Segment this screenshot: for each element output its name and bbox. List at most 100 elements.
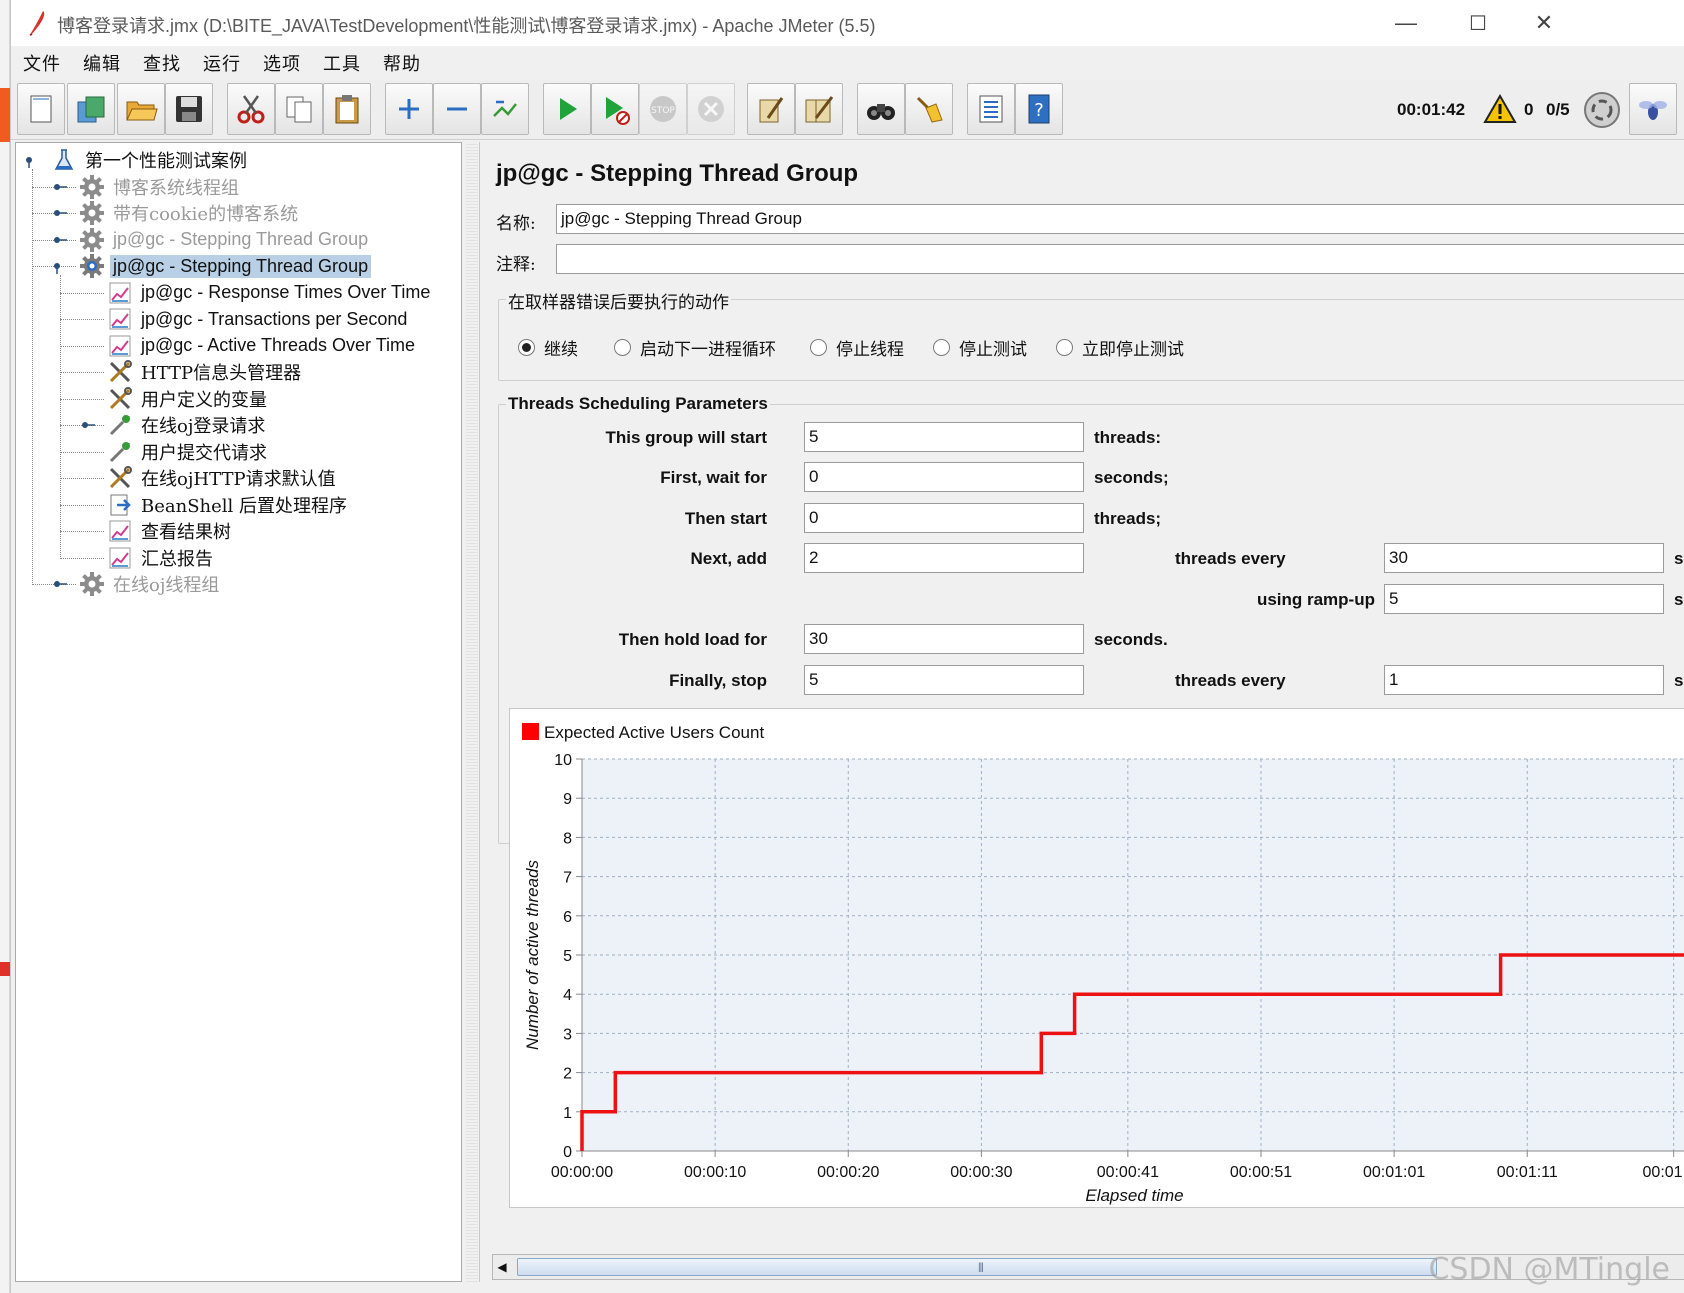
- tree-collapse-handle-icon[interactable]: [52, 258, 68, 274]
- x-tick-label: 00:00:10: [684, 1164, 746, 1181]
- expand-all-button[interactable]: [385, 83, 433, 135]
- x-axis-label: Elapsed time: [1085, 1186, 1183, 1205]
- tree-expand-handle-icon[interactable]: [52, 576, 68, 592]
- finally-stop-input[interactable]: 5: [804, 665, 1084, 695]
- menu-edit[interactable]: 编辑: [83, 50, 121, 76]
- save-button[interactable]: [165, 83, 213, 135]
- menu-file[interactable]: 文件: [23, 50, 61, 76]
- tree-item[interactable]: jp@gc - Transactions per Second: [106, 306, 410, 332]
- cut-button[interactable]: [227, 83, 275, 135]
- tree-item[interactable]: jp@gc - Stepping Thread Group: [78, 253, 372, 279]
- tree-item[interactable]: BeanShell 后置处理程序: [106, 492, 350, 518]
- radio-continue[interactable]: 继续: [518, 335, 578, 360]
- comment-label: 注释:: [496, 255, 536, 275]
- templates-icon: [77, 96, 105, 123]
- tree-expand-handle-icon[interactable]: [52, 179, 68, 195]
- then-start-input[interactable]: 0: [804, 503, 1084, 533]
- legend-label: Expected Active Users Count: [544, 723, 764, 742]
- shutdown-button[interactable]: [687, 83, 735, 135]
- next-add-input[interactable]: 2: [804, 543, 1084, 573]
- start-threads-input[interactable]: 5: [804, 422, 1084, 452]
- menu-search[interactable]: 查找: [143, 50, 181, 76]
- tree-item[interactable]: 在线oj线程组: [78, 571, 222, 597]
- menu-help[interactable]: 帮助: [383, 50, 421, 76]
- tree-item[interactable]: 博客系统线程组: [78, 174, 242, 200]
- templates-button[interactable]: [67, 83, 115, 135]
- tree-item-label: HTTP信息头管理器: [141, 363, 302, 384]
- tree-item-label: 查看结果树: [141, 522, 231, 543]
- radio-stop-test[interactable]: 停止测试: [933, 335, 1027, 360]
- tree-item[interactable]: 汇总报告: [106, 545, 216, 571]
- stop-button[interactable]: STOP: [639, 83, 687, 135]
- comment-field[interactable]: [556, 244, 1684, 274]
- y-tick-label: 0: [563, 1144, 572, 1161]
- search-button[interactable]: [857, 83, 905, 135]
- open-icon: [126, 101, 158, 121]
- menu-options[interactable]: 选项: [263, 50, 301, 76]
- panel-splitter[interactable]: [466, 142, 478, 1282]
- tree-item[interactable]: 带有cookie的博客系统: [78, 200, 301, 226]
- function-helper-button[interactable]: [967, 83, 1015, 135]
- hold-load-input[interactable]: 30: [804, 624, 1084, 654]
- help-button[interactable]: ?: [1015, 83, 1063, 135]
- copy-button[interactable]: [275, 83, 323, 135]
- clear-icon: [759, 97, 784, 123]
- tree-item[interactable]: 用户提交代请求: [106, 439, 270, 465]
- graph-icon: [106, 545, 134, 571]
- tree-expand-handle-icon[interactable]: [52, 205, 68, 221]
- y-tick-label: 5: [563, 948, 572, 965]
- test-plan-tree[interactable]: 第一个性能测试案例 博客系统线程组 带有cookie的博客系统 jp@gc - Ste…: [15, 142, 462, 1282]
- tree-item[interactable]: 在线oj登录请求: [106, 412, 268, 438]
- radio-label: 立即停止测试: [1082, 340, 1184, 360]
- log-viewer-button[interactable]: [1629, 83, 1677, 135]
- toggle-button[interactable]: [481, 83, 529, 135]
- tree-item[interactable]: 用户定义的变量: [106, 386, 270, 412]
- menu-tools[interactable]: 工具: [323, 50, 361, 76]
- ramp-up-input[interactable]: 5: [1384, 584, 1664, 614]
- name-field[interactable]: jp@gc - Stepping Thread Group: [556, 204, 1684, 234]
- radio-stop-test-now[interactable]: 立即停止测试: [1056, 335, 1184, 360]
- collapse-all-button[interactable]: [433, 83, 481, 135]
- warning-icon[interactable]: [1483, 94, 1517, 124]
- start-no-timers-button[interactable]: [591, 83, 639, 135]
- gear-icon: [78, 174, 106, 200]
- next-add-every-input[interactable]: 30: [1384, 543, 1664, 573]
- clear-all-button[interactable]: [795, 83, 843, 135]
- tree-collapse-handle-icon[interactable]: [24, 152, 40, 168]
- tree-item-label: jp@gc - Stepping Thread Group: [110, 254, 372, 278]
- name-label: 名称:: [496, 214, 536, 234]
- tree-item[interactable]: 第一个性能测试案例: [50, 147, 250, 173]
- minimize-button[interactable]: —: [1371, 0, 1441, 46]
- radio-stop-thread[interactable]: 停止线程: [810, 335, 904, 360]
- graph-icon: [106, 306, 134, 332]
- reset-search-button[interactable]: [905, 83, 953, 135]
- open-button[interactable]: [117, 83, 165, 135]
- tree-expand-handle-icon[interactable]: [52, 232, 68, 248]
- ramp-up-unit: s: [1674, 590, 1684, 609]
- next-add-every-unit: s: [1674, 549, 1684, 568]
- tree-item[interactable]: jp@gc - Active Threads Over Time: [106, 333, 418, 359]
- menu-run[interactable]: 运行: [203, 50, 241, 76]
- copy-icon: [286, 96, 312, 123]
- start-button[interactable]: [543, 83, 591, 135]
- tree-expand-handle-icon[interactable]: [80, 417, 96, 433]
- new-button[interactable]: [17, 83, 65, 135]
- tree-item[interactable]: jp@gc - Stepping Thread Group: [78, 227, 371, 253]
- maximize-button[interactable]: ☐: [1443, 0, 1513, 46]
- tree-item[interactable]: HTTP信息头管理器: [106, 359, 304, 385]
- close-button[interactable]: ✕: [1509, 0, 1579, 46]
- scrollbar-thumb[interactable]: |||: [517, 1258, 1437, 1276]
- gear-icon: [78, 227, 106, 253]
- initial-delay-input[interactable]: 0: [804, 462, 1084, 492]
- tree-item[interactable]: jp@gc - Response Times Over Time: [106, 280, 433, 306]
- tree-item[interactable]: 在线ojHTTP请求默认值: [106, 465, 339, 491]
- tree-item[interactable]: 查看结果树: [106, 518, 234, 544]
- menu-bar: 文件 编辑 查找 运行 选项 工具 帮助: [11, 46, 1684, 80]
- paste-button[interactable]: [323, 83, 371, 135]
- clear-button[interactable]: [747, 83, 795, 135]
- finally-stop-every-input[interactable]: 1: [1384, 665, 1664, 695]
- x-tick-label: 00:00:00: [551, 1164, 613, 1181]
- toolbar: STOP ? 00:01:42 0 0/5: [11, 80, 1684, 140]
- radio-start-next-loop[interactable]: 启动下一进程循环: [614, 335, 776, 360]
- scroll-left-arrow-icon[interactable]: ◀: [493, 1255, 511, 1279]
